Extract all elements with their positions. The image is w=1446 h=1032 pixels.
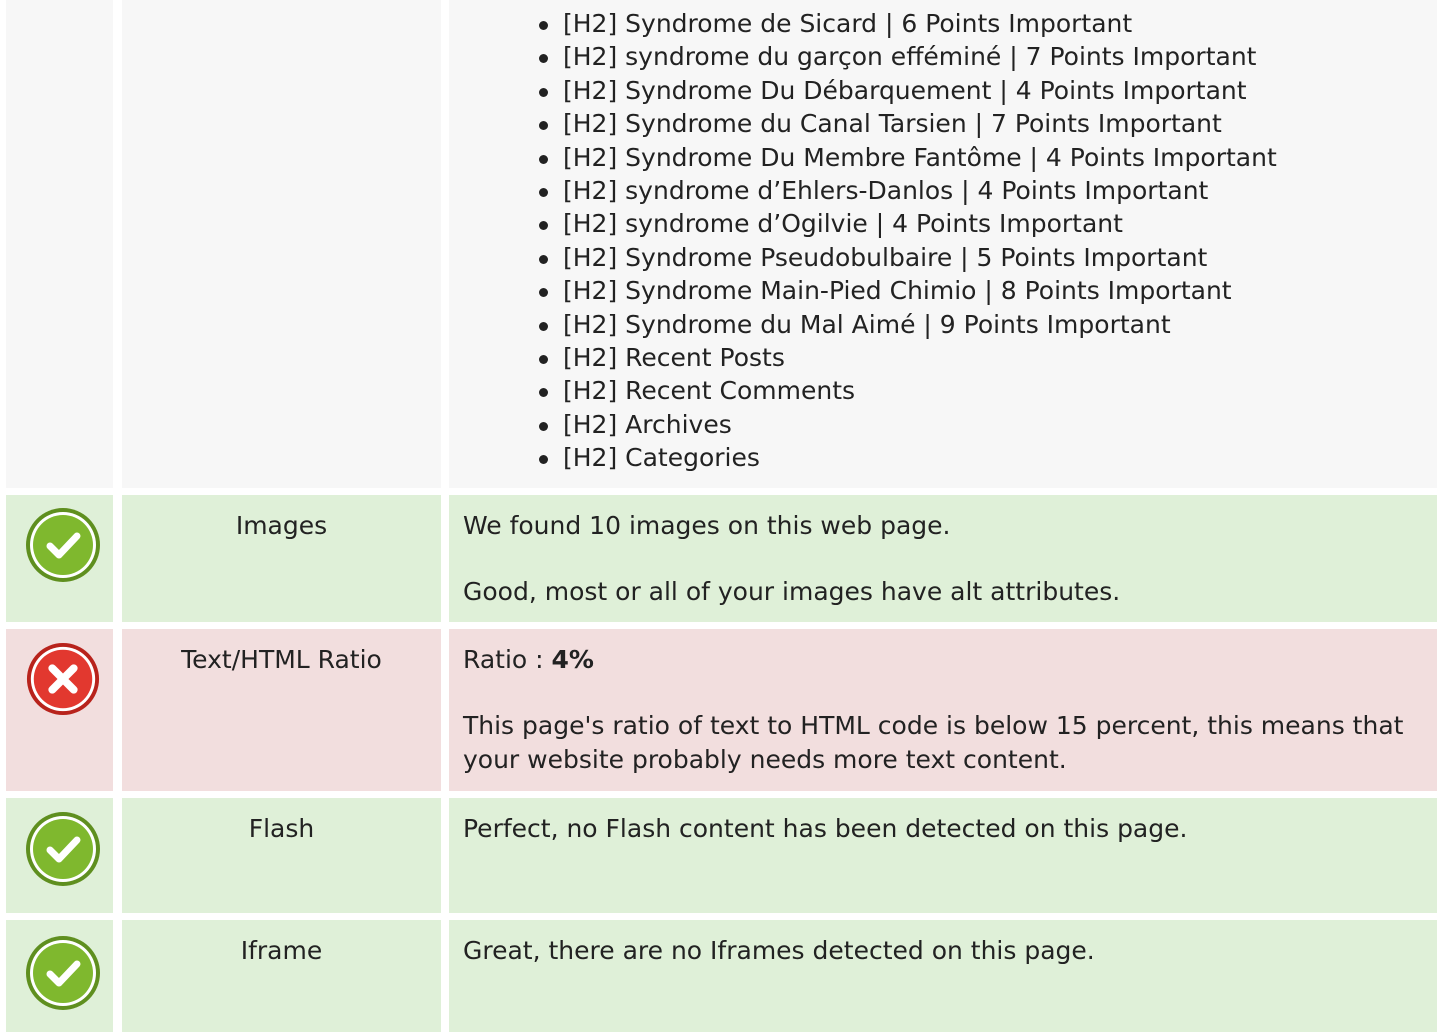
images-alt-text: Good, most or all of your images have al… [463, 577, 1121, 606]
heading-item: [H2] Recent Comments [539, 374, 1423, 407]
ratio-status-cell [6, 629, 113, 791]
ratio-details: Ratio : 4% This page's ratio of text to … [449, 629, 1437, 791]
heading-item: [H2] syndrome d’Ehlers-Danlos | 4 Points… [539, 174, 1423, 207]
headings-list: [H2] Syndrome de Sicard | 6 Points Impor… [449, 7, 1423, 474]
x-circle-icon [26, 642, 100, 716]
ratio-prefix: Ratio : [463, 645, 552, 674]
check-circle-icon [26, 936, 100, 1010]
headings-content-cell: [H2] Syndrome de Sicard | 6 Points Impor… [449, 0, 1437, 488]
flash-label: Flash [122, 798, 441, 913]
images-status-cell [6, 495, 113, 622]
images-count-text: We found 10 images on this web page. [463, 511, 951, 540]
flash-status-cell [6, 798, 113, 913]
heading-item: [H2] Syndrome du Canal Tarsien | 7 Point… [539, 107, 1423, 140]
iframe-row: Iframe Great, there are no Iframes detec… [0, 920, 1446, 1032]
iframe-details: Great, there are no Iframes detected on … [449, 920, 1437, 1032]
check-circle-icon [26, 812, 100, 886]
heading-item: [H2] Syndrome Pseudobulbaire | 5 Points … [539, 241, 1423, 274]
heading-item: [H2] Categories [539, 441, 1423, 474]
check-circle-icon [26, 508, 100, 582]
ratio-value-line: Ratio : 4% [463, 643, 1423, 677]
heading-item: [H2] syndrome du garçon efféminé | 7 Poi… [539, 40, 1423, 73]
ratio-message: This page's ratio of text to HTML code i… [463, 711, 1404, 774]
flash-row: Flash Perfect, no Flash content has been… [0, 798, 1446, 913]
ratio-value: 4% [551, 645, 594, 674]
heading-item: [H2] Syndrome de Sicard | 6 Points Impor… [539, 7, 1423, 40]
iframe-message: Great, there are no Iframes detected on … [463, 936, 1095, 965]
heading-item: [H2] Syndrome Du Débarquement | 4 Points… [539, 74, 1423, 107]
flash-message: Perfect, no Flash content has been detec… [463, 814, 1188, 843]
heading-item: [H2] Syndrome Main-Pied Chimio | 8 Point… [539, 274, 1423, 307]
iframe-label: Iframe [122, 920, 441, 1032]
heading-item: [H2] Syndrome Du Membre Fantôme | 4 Poin… [539, 141, 1423, 174]
headings-label-cell [122, 0, 441, 488]
heading-item: [H2] Recent Posts [539, 341, 1423, 374]
images-row: Images We found 10 images on this web pa… [0, 495, 1446, 622]
ratio-row: Text/HTML Ratio Ratio : 4% This page's r… [0, 629, 1446, 791]
ratio-label: Text/HTML Ratio [122, 629, 441, 791]
heading-item: [H2] syndrome d’Ogilvie | 4 Points Impor… [539, 207, 1423, 240]
heading-item: [H2] Syndrome du Mal Aimé | 9 Points Imp… [539, 308, 1423, 341]
iframe-status-cell [6, 920, 113, 1032]
headings-row: [H2] Syndrome de Sicard | 6 Points Impor… [0, 0, 1446, 488]
headings-status-cell [6, 0, 113, 488]
images-details: We found 10 images on this web page. Goo… [449, 495, 1437, 622]
images-label: Images [122, 495, 441, 622]
flash-details: Perfect, no Flash content has been detec… [449, 798, 1437, 913]
heading-item: [H2] Archives [539, 408, 1423, 441]
